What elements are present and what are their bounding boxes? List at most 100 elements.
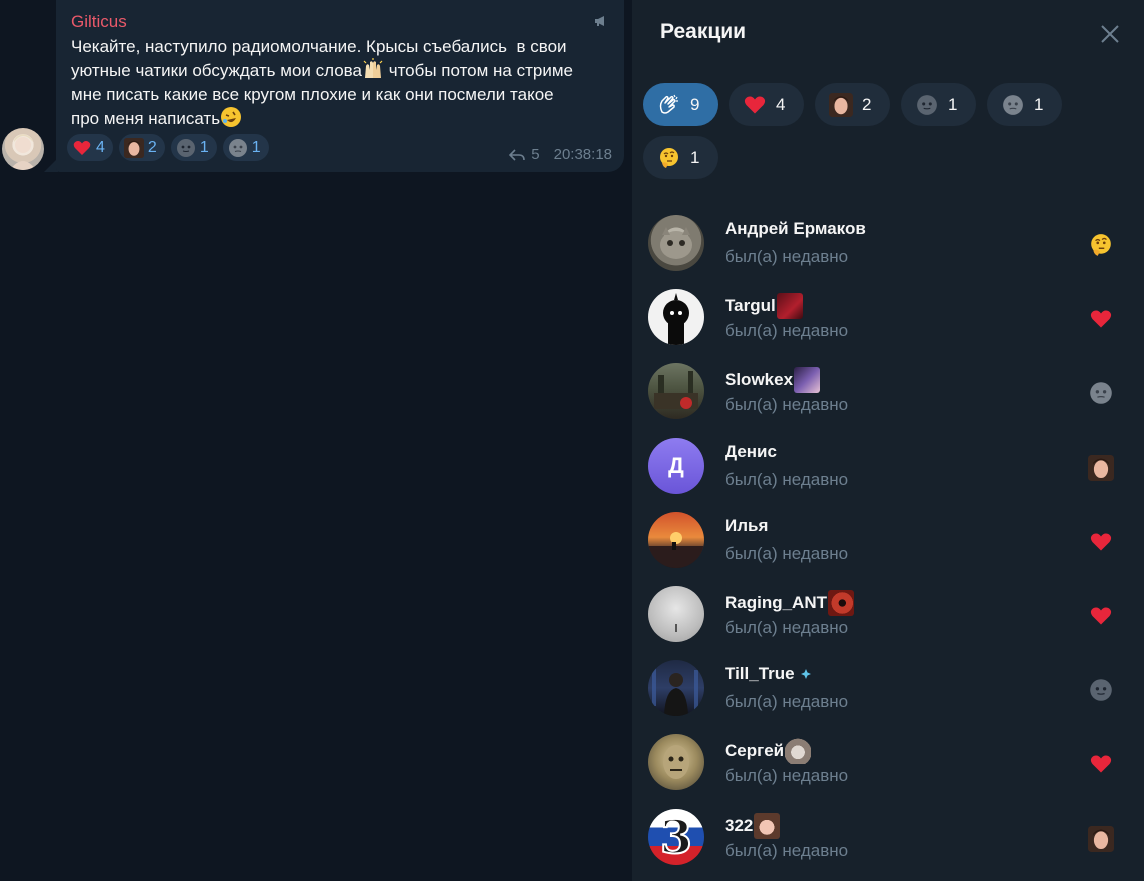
user-row[interactable]: Till_True был(а) недавно: [632, 643, 1144, 717]
message-bubble[interactable]: Gilticus Чекайте, наступило радиомолчани…: [56, 0, 624, 172]
filter-count: 9: [690, 94, 700, 114]
filter-thinking[interactable]: 1: [643, 136, 718, 179]
user-status: был(а) недавно: [725, 469, 849, 489]
filter-heart[interactable]: 4: [729, 83, 804, 126]
user-status: был(а) недавно: [725, 692, 849, 712]
heart-icon: [1088, 306, 1114, 332]
heart-icon: [72, 138, 92, 158]
reaction-count: 2: [147, 138, 157, 156]
reply-arrow-icon: [509, 148, 526, 161]
reaction-count: 1: [199, 138, 209, 156]
user-name-text: 322: [725, 815, 754, 835]
avatar-initial: 3: [659, 809, 693, 864]
filter-face[interactable]: 2: [815, 83, 890, 126]
reaction-filters: 9 4 2 1 1 1: [643, 83, 1083, 179]
user-name: Till_True: [725, 664, 816, 684]
sender-avatar[interactable]: [2, 128, 44, 170]
rofl-face-icon: [221, 106, 242, 127]
user-status: был(а) недавно: [725, 321, 849, 341]
user-name: Денис: [725, 442, 777, 462]
heart-icon: [1088, 603, 1114, 629]
user-name-text: Андрей Ермаков: [725, 219, 866, 238]
custom-emoji-icon: [828, 589, 854, 616]
user-status: был(а) недавно: [725, 395, 849, 415]
user-row[interactable]: Raging_ANT был(а) недавно: [632, 569, 1144, 643]
user-status: был(а) недавно: [725, 617, 849, 637]
user-row[interactable]: Андрей Ермаков был(а) недавно: [632, 198, 1144, 272]
custom-emoji-icon: [794, 367, 821, 394]
sender-name[interactable]: Gilticus: [71, 12, 127, 32]
face-sticker-icon: [1088, 454, 1114, 481]
clapping-hands-icon: [657, 93, 681, 117]
reaction-count: 1: [251, 138, 261, 156]
megaphone-icon: [595, 16, 604, 26]
reaction-chip-face[interactable]: 2: [118, 134, 165, 161]
user-avatar: [648, 660, 704, 717]
user-avatar: [648, 289, 704, 346]
user-row[interactable]: Д Денис был(а) недавно: [632, 421, 1144, 495]
user-avatar: [648, 511, 704, 568]
avatar-initial: Д: [668, 452, 684, 478]
reaction-chip-heart[interactable]: 4: [67, 134, 113, 161]
user-avatar: [648, 585, 704, 642]
reaction-count: 4: [96, 138, 105, 156]
user-row[interactable]: 3 322 был(а) недавно: [632, 792, 1144, 866]
user-name-text: Slowkex: [725, 370, 794, 390]
user-name: Андрей Ермаков: [725, 219, 866, 239]
filter-count: 4: [776, 94, 786, 114]
user-name-text: Raging_ANT: [725, 592, 827, 612]
user-name: Raging_ANT: [725, 589, 854, 616]
user-name-text: Targul: [725, 296, 776, 316]
filter-all[interactable]: 9: [643, 83, 718, 126]
user-avatar: Д: [648, 437, 704, 494]
chat-area: Gilticus Чекайте, наступило радиомолчани…: [0, 0, 632, 881]
thinking-face-icon: [657, 146, 681, 170]
face-sticker-icon: [123, 137, 144, 158]
filter-count: 1: [690, 147, 700, 167]
custom-emoji-icon: [785, 738, 812, 765]
raising-hands-icon: [363, 58, 383, 79]
moon-face-icon: [1088, 677, 1114, 703]
user-name: 322: [725, 812, 781, 839]
user-row[interactable]: Сергей был(а) недавно: [632, 717, 1144, 791]
user-avatar: [648, 734, 704, 791]
user-status: был(а) недавно: [725, 247, 849, 266]
replies-count[interactable]: 5: [531, 146, 539, 163]
panel-title: Реакции: [660, 20, 747, 43]
gray-face-icon: [228, 138, 248, 158]
user-name: Илья: [725, 516, 768, 536]
filter-moon[interactable]: 1: [901, 83, 976, 126]
filter-gray[interactable]: 1: [987, 83, 1062, 126]
message-text: Чекайте, наступило радиомолчание. Крысы …: [71, 35, 611, 130]
heart-icon: [1088, 529, 1114, 555]
gray-face-icon: [1001, 93, 1025, 117]
moon-face-icon: [915, 93, 939, 117]
reactions-panel: Реакции 9 4 2 1 1 1 Андрей Ермаков был(а…: [632, 0, 1144, 881]
user-avatar: [648, 363, 704, 420]
filter-count: 2: [862, 94, 872, 114]
user-name-text: Денис: [725, 441, 777, 461]
user-name-text: Сергей: [725, 741, 785, 761]
message-meta: 5 20:38:18: [509, 146, 612, 163]
user-row[interactable]: Slowkex был(а) недавно: [632, 346, 1144, 420]
user-row[interactable]: Илья был(а) недавно: [632, 495, 1144, 569]
reaction-chip-moon[interactable]: 1: [170, 134, 217, 161]
moon-face-icon: [176, 138, 196, 158]
custom-emoji-icon: [754, 812, 781, 839]
reaction-chip-gray[interactable]: 1: [222, 134, 269, 161]
user-name-text: Илья: [725, 515, 769, 535]
face-sticker-icon: [829, 92, 853, 117]
user-name: Сергей: [725, 738, 812, 765]
user-status: был(а) недавно: [725, 766, 849, 786]
thinking-face-icon: [1088, 232, 1114, 258]
premium-star-icon: [796, 668, 816, 680]
filter-count: 1: [1034, 94, 1044, 114]
filter-count: 1: [948, 94, 958, 114]
user-row[interactable]: Targul был(а) недавно: [632, 272, 1144, 346]
message-reactions: 4 2 1 1: [67, 134, 269, 161]
close-icon[interactable]: [1098, 22, 1122, 46]
message-time: 20:38:18: [553, 146, 612, 163]
heart-icon: [1088, 751, 1114, 777]
user-avatar: 3: [648, 808, 704, 865]
user-name: Targul: [725, 293, 803, 320]
